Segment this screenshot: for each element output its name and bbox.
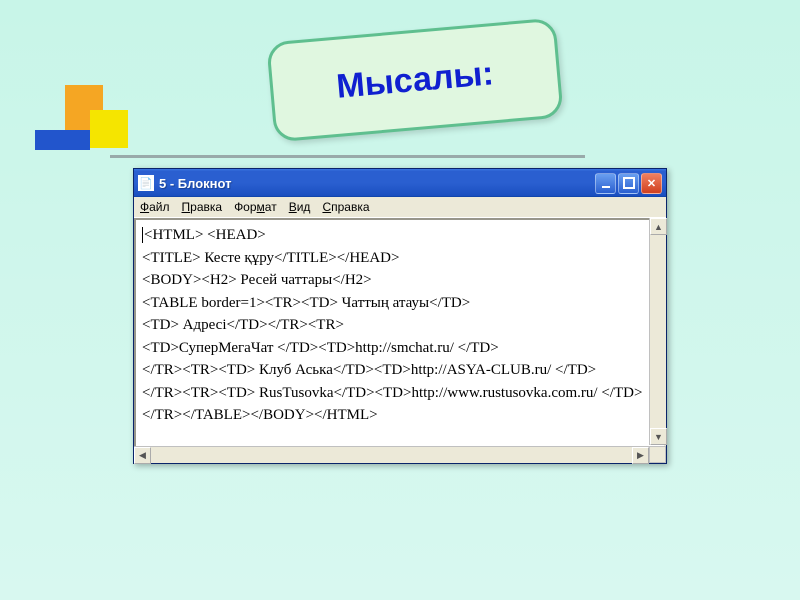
notepad-window: 📄 5 - Блокнот Файл Правка Формат Вид Спр… [133,168,667,464]
scroll-left-button[interactable]: ◀ [134,447,151,464]
vertical-scrollbar[interactable]: ▲ ▼ [649,218,666,445]
menu-view[interactable]: Вид [289,200,311,214]
menu-help[interactable]: Справка [322,200,369,214]
scrollbar-corner [649,446,666,463]
menu-edit[interactable]: Правка [182,200,223,214]
scroll-down-button[interactable]: ▼ [650,428,667,445]
minimize-button[interactable] [595,173,616,194]
code-line: </TR><TR><TD> Клуб Аська</TD><TD>http://… [142,362,596,378]
code-line: <TABLE border=1><TR><TD> Чаттың атауы</T… [142,295,470,311]
decorative-shapes [35,85,135,185]
notepad-icon: 📄 [138,175,154,191]
close-button[interactable] [641,173,662,194]
window-title: 5 - Блокнот [159,176,595,191]
callout-text: Мысалы: [335,54,495,107]
menu-format[interactable]: Формат [234,200,277,214]
maximize-button[interactable] [618,173,639,194]
code-line: <TITLE> Кесте құру</TITLE></HEAD> [142,250,399,266]
menu-file[interactable]: Файл [140,200,170,214]
code-line: <HTML> <HEAD> [144,227,266,243]
shape-yellow [90,110,128,148]
code-line: <BODY><H2> Ресей чаттары</H2> [142,272,372,288]
titlebar[interactable]: 📄 5 - Блокнот [134,169,666,197]
code-line: <TD>СуперМегаЧат </TD><TD>http://smchat.… [142,340,499,356]
window-buttons [595,173,662,194]
horizontal-scrollbar[interactable]: ◀ ▶ [134,446,649,463]
text-cursor [142,227,143,243]
scroll-right-button[interactable]: ▶ [632,447,649,464]
code-line: </TR></TABLE></BODY></HTML> [142,407,378,423]
scroll-up-button[interactable]: ▲ [650,218,667,235]
callout-box: Мысалы: [266,18,564,143]
text-area[interactable]: <HTML> <HEAD> <TITLE> Кесте құру</TITLE><… [134,218,666,463]
shape-blue [35,130,90,150]
code-line: <TD> Адресі</TD></TR><TR> [142,317,344,333]
menu-bar: Файл Правка Формат Вид Справка [134,197,666,218]
divider-line [110,155,585,158]
code-line: </TR><TR><TD> RusTusovka</TD><TD>http://… [142,385,642,401]
